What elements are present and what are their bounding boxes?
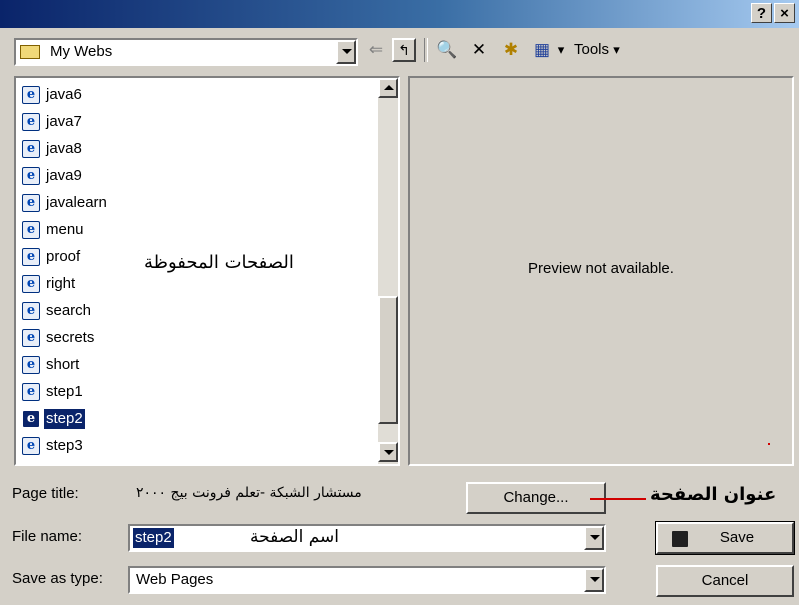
page-title-annotation: عنوان الصفحة (650, 484, 777, 505)
list-item-label: right (46, 274, 76, 292)
list-item[interactable]: e right (22, 271, 77, 296)
look-in-value: My Webs (50, 43, 113, 60)
scroll-up-icon[interactable] (378, 78, 398, 98)
list-item-label: search (46, 301, 92, 319)
save-button[interactable]: Save (655, 521, 795, 555)
list-item[interactable]: e menu (22, 217, 86, 242)
save-button-label: Save (719, 529, 755, 546)
save-disk-icon (672, 531, 688, 547)
web-page-icon: e (22, 85, 40, 104)
file-name-label: File name: (12, 528, 83, 545)
save-as-type-value: Web Pages (136, 571, 214, 588)
search-web-icon[interactable]: 🔍 (432, 38, 462, 62)
preview-pane: Preview not available. (408, 76, 794, 466)
save-as-type-dropdown-arrow[interactable] (584, 568, 604, 592)
web-page-icon: e (22, 112, 40, 131)
new-folder-icon[interactable]: ✱ (496, 38, 526, 62)
toolbar-separator (424, 38, 428, 62)
list-item-label: proof (46, 247, 81, 265)
list-item-label: short (46, 355, 80, 373)
preview-dot (768, 443, 770, 445)
save-as-type-label: Save as type: (12, 570, 103, 587)
close-button[interactable]: × (774, 3, 795, 23)
web-page-icon: e (22, 436, 40, 455)
file-name-value: step2 (133, 528, 174, 548)
list-item[interactable]: e step4 (22, 460, 85, 465)
web-page-icon: e (22, 328, 40, 347)
up-one-level-icon[interactable]: ↰ (392, 38, 416, 62)
web-page-icon: e (22, 463, 40, 464)
list-item[interactable]: e java6 (22, 82, 84, 107)
list-item-label: java6 (46, 85, 82, 103)
tools-menu[interactable]: Tools ▾ (574, 38, 624, 62)
web-page-icon: e (22, 274, 40, 293)
list-item-label: step3 (46, 436, 83, 454)
web-page-icon: e (22, 382, 40, 401)
list-item-label: java7 (46, 112, 82, 130)
list-item-label: step1 (46, 382, 83, 400)
list-item-label: step2 (44, 408, 85, 429)
list-item-label: java9 (46, 166, 82, 184)
list-item[interactable]: e java8 (22, 136, 84, 161)
web-page-icon: e (22, 301, 40, 320)
back-icon[interactable]: ⇐ (364, 38, 388, 62)
folder-icon (20, 45, 40, 59)
web-page-icon: e (22, 166, 40, 185)
tools-label: Tools (574, 41, 610, 58)
look-in-dropdown-arrow[interactable] (336, 40, 356, 64)
title-bar (0, 0, 799, 28)
saved-pages-annotation: الصفحات المحفوظة (144, 252, 294, 273)
list-item[interactable]: e short (22, 352, 81, 377)
views-icon[interactable]: ▦ (530, 38, 554, 62)
list-item[interactable]: e search (22, 298, 93, 323)
web-page-icon: e (22, 193, 40, 212)
list-item-label: javalearn (46, 193, 107, 211)
views-dropdown-icon[interactable]: ▾ (554, 38, 568, 62)
list-item[interactable]: e proof (22, 244, 82, 269)
list-item-label: menu (46, 220, 84, 238)
file-list[interactable]: e java6 e java7 e java8 e java9 e javalearn e menu e… (14, 76, 400, 466)
list-item[interactable]: e secrets (22, 325, 96, 350)
list-item-label: secrets (46, 328, 95, 346)
file-list-scrollbar[interactable] (378, 78, 398, 464)
list-item[interactable]: e javalearn (22, 190, 109, 215)
annotation-line (590, 498, 646, 500)
web-page-icon: e (22, 247, 40, 266)
cancel-button[interactable]: Cancel (656, 565, 794, 597)
delete-icon[interactable]: ✕ (466, 38, 492, 62)
file-name-annotation: اسم الصفحة (250, 527, 340, 547)
page-title-value: مستشار الشبكة -تعلم فرونت بيج ٢٠٠٠ (136, 485, 362, 501)
list-item-label: java8 (46, 139, 82, 157)
tools-dropdown-icon: ▾ (613, 42, 620, 57)
list-item[interactable]: e step1 (22, 379, 85, 404)
help-button[interactable]: ? (751, 3, 772, 23)
scroll-down-icon[interactable] (378, 442, 398, 462)
list-item[interactable]: e step3 (22, 433, 85, 458)
file-name-field[interactable]: step2 اسم الصفحة (128, 524, 606, 552)
web-page-icon: e (22, 409, 40, 428)
preview-message: Preview not available. (528, 260, 674, 277)
page-title-label: Page title: (12, 485, 79, 502)
list-item[interactable]: e java9 (22, 163, 84, 188)
look-in-combobox[interactable]: My Webs (14, 38, 358, 66)
list-item[interactable]: e step2 (22, 406, 85, 431)
save-as-type-combobox[interactable]: Web Pages (128, 566, 606, 594)
list-item[interactable]: e java7 (22, 109, 84, 134)
web-page-icon: e (22, 355, 40, 374)
change-title-button[interactable]: Change... (466, 482, 606, 514)
file-name-dropdown-arrow[interactable] (584, 526, 604, 550)
scroll-thumb[interactable] (378, 296, 398, 424)
web-page-icon: e (22, 220, 40, 239)
web-page-icon: e (22, 139, 40, 158)
list-item-label: step4 (44, 463, 85, 465)
